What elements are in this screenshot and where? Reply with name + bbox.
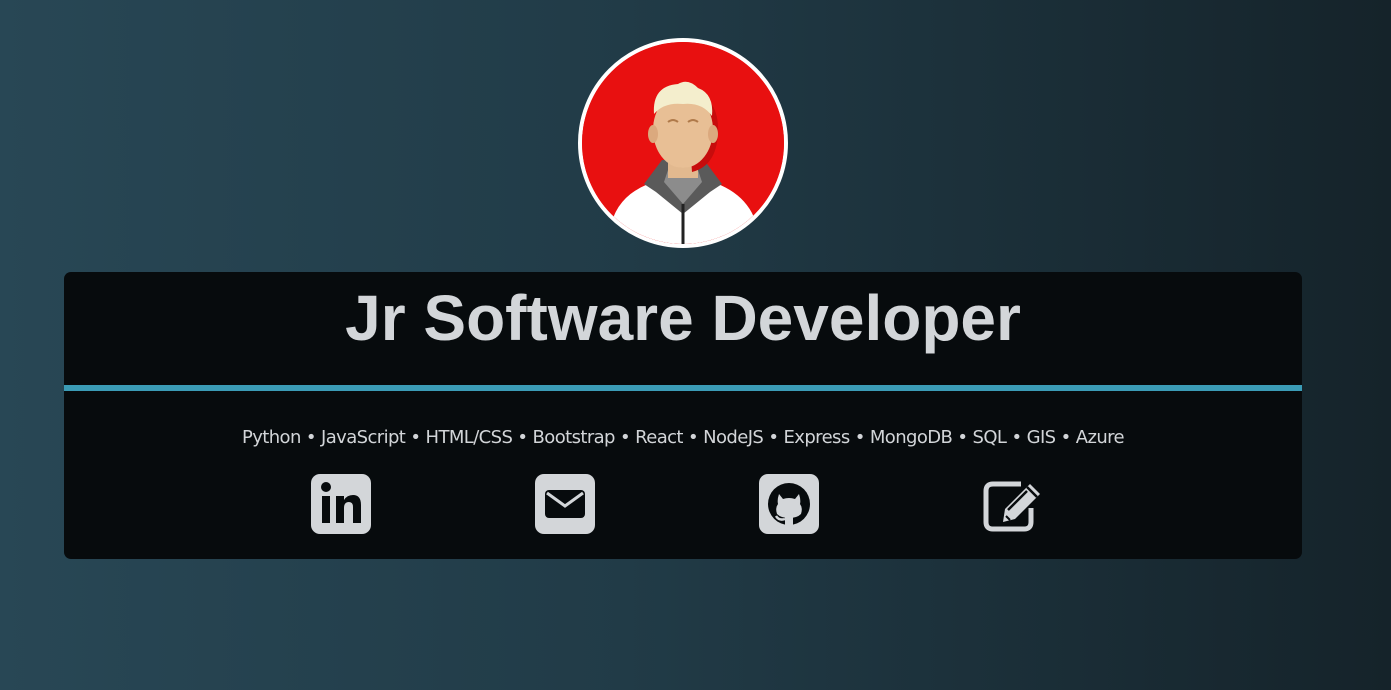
email-link[interactable] [533,472,597,536]
github-link[interactable] [757,472,821,536]
profile-card: Jr Software Developer Python • JavaScrip… [64,272,1302,559]
avatar [578,38,788,248]
page-title: Jr Software Developer [345,282,1021,354]
linkedin-icon [311,474,371,534]
edit-icon [983,481,1040,532]
blog-edit-link[interactable] [981,472,1045,536]
divider [64,385,1302,391]
developer-avatar-illustration [582,42,784,244]
github-icon [759,474,819,534]
envelope-icon [535,474,595,534]
linkedin-link[interactable] [309,472,373,536]
skills-list: Python • JavaScript • HTML/CSS • Bootstr… [241,427,1125,448]
